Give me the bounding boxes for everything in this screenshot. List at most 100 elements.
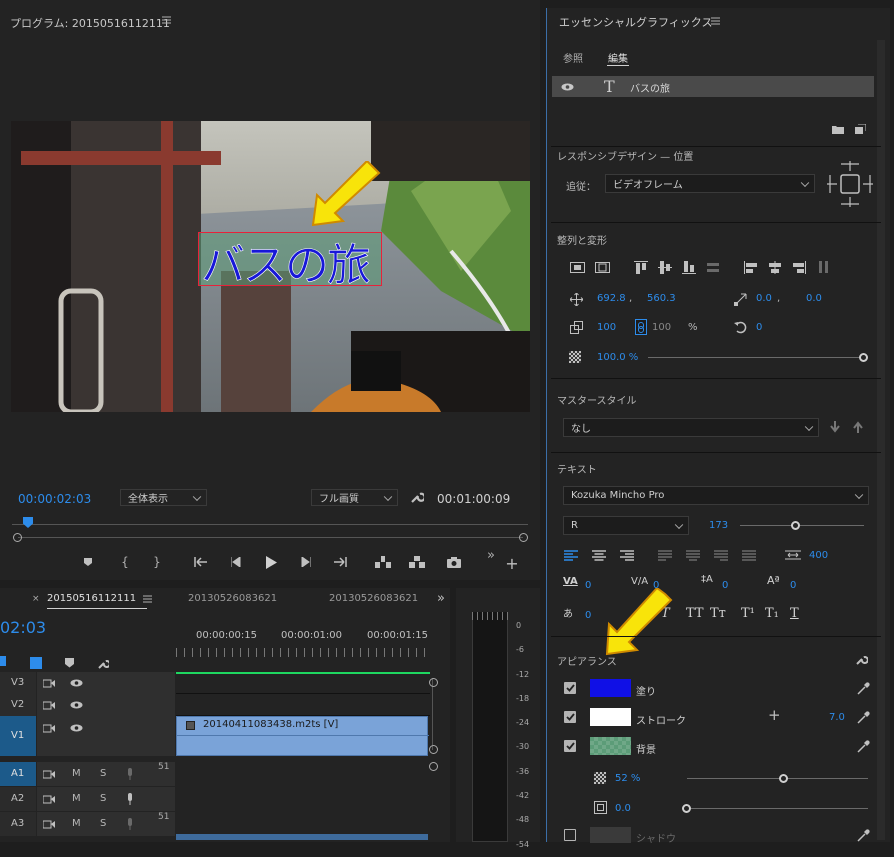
panel-menu-icon[interactable] <box>160 14 172 26</box>
baseline-value[interactable]: 0 <box>790 580 796 591</box>
background-checkbox[interactable] <box>564 740 576 752</box>
sync-lock-icon[interactable] <box>42 793 56 805</box>
eyedropper-icon[interactable] <box>855 680 871 696</box>
position-x[interactable]: 692.8 <box>597 293 626 304</box>
background-size-value[interactable]: 0.0 <box>615 803 631 814</box>
tab-sequence-2[interactable]: 20130526083621 <box>188 593 277 604</box>
subscript-icon[interactable]: T₁ <box>765 606 779 621</box>
track-name-a2[interactable]: A2 <box>11 793 24 804</box>
extract-icon[interactable] <box>407 554 427 570</box>
justify-center-icon[interactable] <box>685 548 701 562</box>
microphone-icon[interactable] <box>124 817 136 831</box>
anchor-x[interactable]: 0.0 <box>756 293 772 304</box>
align-top-icon[interactable] <box>633 260 649 274</box>
push-style-up-icon[interactable] <box>851 420 865 434</box>
font-size-slider[interactable] <box>740 525 864 526</box>
video-clip[interactable]: 20140411083438.m2ts [V] <box>176 716 429 756</box>
mute-button[interactable]: M <box>72 793 81 804</box>
tab-browse[interactable]: 参照 <box>563 50 583 65</box>
close-tab-icon[interactable]: × <box>32 594 40 604</box>
vscroll-handle-bottom[interactable] <box>429 745 438 754</box>
justify-left-icon[interactable] <box>657 548 673 562</box>
distribute-horizontal-icon[interactable] <box>815 260 831 274</box>
stroke-swatch[interactable] <box>590 708 631 726</box>
zoom-bar[interactable] <box>18 537 523 538</box>
play-icon[interactable] <box>262 553 280 571</box>
align-bottom-icon[interactable] <box>681 260 697 274</box>
solo-button[interactable]: S <box>100 793 106 804</box>
step-forward-icon[interactable] <box>298 554 314 570</box>
fill-swatch[interactable] <box>590 679 631 697</box>
playhead-timecode[interactable]: 00:00:02:03 <box>18 492 91 506</box>
new-folder-icon[interactable] <box>831 123 845 135</box>
scale-value[interactable]: 100 <box>597 322 616 333</box>
panel-menu-icon[interactable] <box>709 15 721 27</box>
tab-menu-icon[interactable] <box>141 593 153 605</box>
mute-button[interactable]: M <box>72 818 81 829</box>
add-marker-icon[interactable] <box>80 554 96 570</box>
solo-button[interactable]: S <box>100 768 106 779</box>
fit-dropdown[interactable]: 全体表示 <box>120 489 207 506</box>
more-controls-icon[interactable]: » <box>484 548 498 563</box>
eyedropper-icon[interactable] <box>855 709 871 725</box>
tab-sequence-3[interactable]: 20130526083621 <box>329 593 418 604</box>
add-stroke-icon[interactable]: + <box>768 706 781 724</box>
time-ruler[interactable] <box>176 648 430 657</box>
go-to-out-icon[interactable] <box>331 554 349 570</box>
audio-scroll-handle[interactable] <box>429 762 438 771</box>
eye-icon[interactable] <box>560 81 574 92</box>
vscroll-handle-top[interactable] <box>429 678 438 687</box>
follow-dropdown[interactable]: ビデオフレーム <box>605 174 815 193</box>
solo-button[interactable]: S <box>100 818 106 829</box>
superscript-icon[interactable]: T¹ <box>741 606 755 621</box>
align-vertical-center-icon[interactable] <box>569 260 585 274</box>
opacity-value[interactable]: 100.0 % <box>597 352 638 363</box>
background-size-knob[interactable] <box>682 804 691 813</box>
anchor-y[interactable]: 0.0 <box>806 293 822 304</box>
tab-active-sequence[interactable]: 20150516112111 <box>47 593 136 604</box>
sync-lock-icon[interactable] <box>42 722 56 734</box>
tsume-value[interactable]: 0 <box>585 610 591 621</box>
sync-lock-icon[interactable] <box>42 818 56 830</box>
kerning-value[interactable]: 0 <box>585 580 591 591</box>
step-back-icon[interactable] <box>228 554 244 570</box>
appearance-settings-icon[interactable] <box>853 650 869 666</box>
lift-icon[interactable] <box>373 554 393 570</box>
quality-dropdown[interactable]: フル画質 <box>311 489 398 506</box>
tracking-value[interactable]: 400 <box>809 550 828 561</box>
overlay-title-text[interactable]: バスの旅 <box>201 229 372 293</box>
sync-lock-icon[interactable] <box>42 699 56 711</box>
timeline-settings-icon[interactable] <box>96 656 110 670</box>
font-family-dropdown[interactable]: Kozuka Mincho Pro <box>563 486 869 505</box>
add-marker-icon[interactable] <box>63 657 75 669</box>
audio-clip[interactable] <box>176 834 428 840</box>
stroke-width-value[interactable]: 7.0 <box>829 712 845 723</box>
position-y[interactable]: 560.3 <box>647 293 676 304</box>
wrench-icon[interactable] <box>408 488 426 506</box>
layer-row[interactable]: T バスの旅 <box>552 76 874 97</box>
eyedropper-icon[interactable] <box>855 827 871 843</box>
go-to-in-icon[interactable] <box>192 554 210 570</box>
background-opacity-slider[interactable] <box>687 778 868 779</box>
zoom-handle-left[interactable] <box>13 533 22 542</box>
background-opacity-knob[interactable] <box>779 774 788 783</box>
linked-selection-icon[interactable] <box>30 657 42 669</box>
eyedropper-icon[interactable] <box>855 738 871 754</box>
underline-icon[interactable]: T <box>790 606 799 621</box>
sync-lock-icon[interactable] <box>42 677 56 689</box>
justify-all-icon[interactable] <box>741 548 757 562</box>
microphone-icon[interactable] <box>124 767 136 781</box>
align-left-icon[interactable] <box>743 260 759 274</box>
opacity-slider[interactable] <box>648 357 862 358</box>
zoom-handle-right[interactable] <box>519 533 528 542</box>
link-scale-icon[interactable] <box>635 319 647 335</box>
font-size-slider-knob[interactable] <box>791 521 800 530</box>
track-name-a3[interactable]: A3 <box>11 818 24 829</box>
track-name-a1[interactable]: A1 <box>11 768 24 779</box>
snap-icon[interactable] <box>0 656 6 666</box>
align-text-center-icon[interactable] <box>591 548 607 562</box>
tab-edit[interactable]: 編集 <box>608 50 628 65</box>
align-right-icon[interactable] <box>791 260 807 274</box>
align-text-left-icon[interactable] <box>563 548 579 562</box>
sync-lock-icon[interactable] <box>42 768 56 780</box>
